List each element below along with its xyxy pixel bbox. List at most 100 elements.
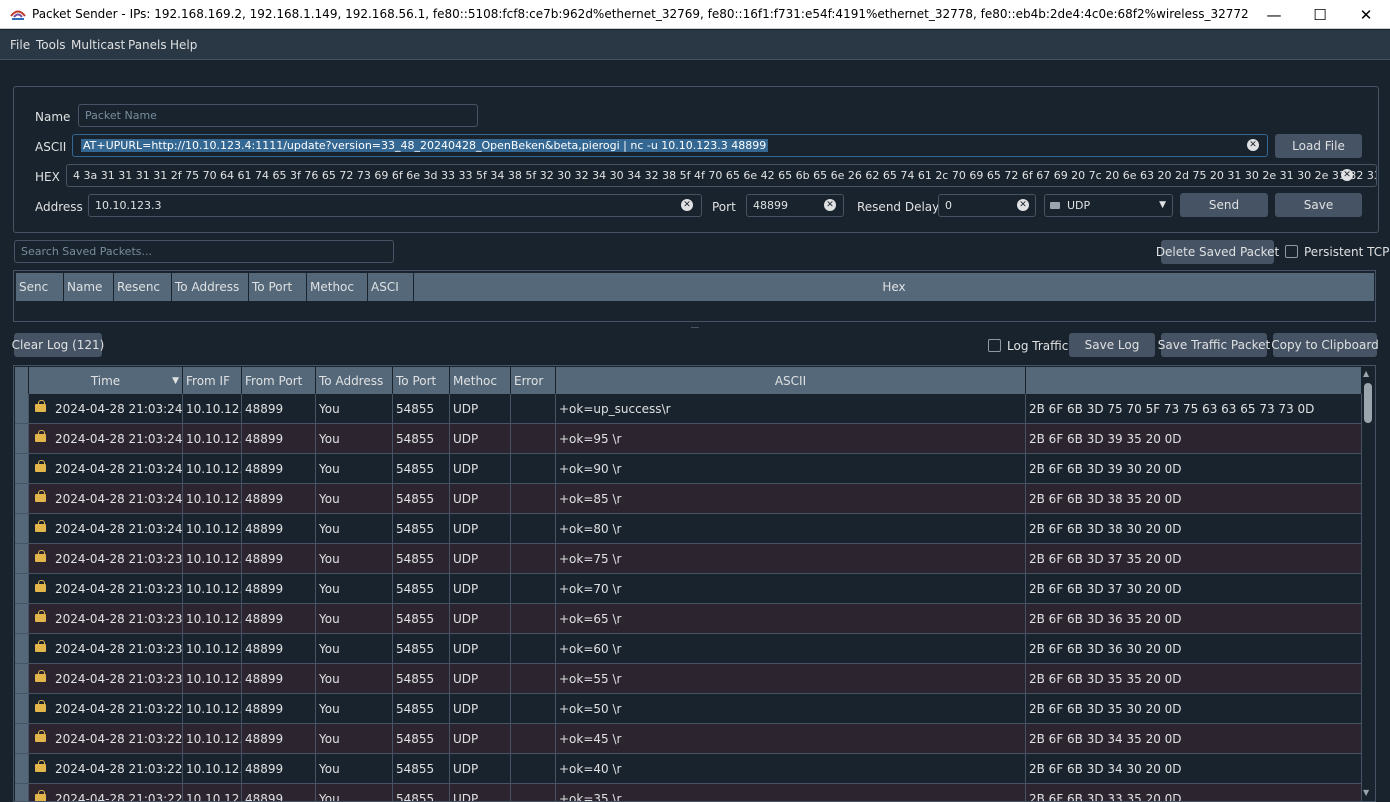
- log-table-row[interactable]: 2024-04-28 21:03:23.40110.10.12...48899Y…: [15, 574, 1362, 604]
- saved-col-method[interactable]: Methoc: [307, 273, 368, 301]
- lock-icon: [35, 670, 46, 682]
- log-col-ascii[interactable]: ASCII: [556, 367, 1026, 395]
- log-cell-to-address: You: [316, 784, 393, 801]
- resend-delay-value: 0: [945, 199, 952, 212]
- save-button[interactable]: Save: [1275, 193, 1362, 217]
- log-cell-from-port: 48899: [242, 424, 316, 454]
- saved-col-to-address[interactable]: To Address: [172, 273, 249, 301]
- log-table-row[interactable]: 2024-04-28 21:03:23.14110.10.12...48899Y…: [15, 634, 1362, 664]
- close-icon: ✕: [1359, 5, 1373, 24]
- row-header[interactable]: [15, 634, 29, 664]
- packet-name-input[interactable]: Packet Name: [78, 104, 478, 127]
- menu-file[interactable]: File: [10, 38, 30, 52]
- row-header[interactable]: [15, 514, 29, 544]
- clear-ascii-icon[interactable]: ✕: [1247, 139, 1259, 151]
- log-col-to-address[interactable]: To Address: [316, 367, 393, 395]
- menu-help[interactable]: Help: [170, 38, 197, 52]
- log-cell-to-address: You: [316, 724, 393, 754]
- saved-col-to-port[interactable]: To Port: [249, 273, 307, 301]
- clear-address-icon[interactable]: ✕: [681, 199, 693, 211]
- log-cell-error: [511, 574, 556, 604]
- log-table-row[interactable]: 2024-04-28 21:03:24.96910.10.12...48899Y…: [15, 394, 1362, 424]
- log-col-error[interactable]: Error: [511, 367, 556, 395]
- scroll-down-icon[interactable]: ▼: [1363, 788, 1369, 797]
- log-table-row[interactable]: 2024-04-28 21:03:23.26710.10.12...48899Y…: [15, 604, 1362, 634]
- row-header[interactable]: [15, 574, 29, 604]
- minimize-button[interactable]: —: [1251, 0, 1297, 29]
- saved-col-hex[interactable]: Hex: [414, 273, 1375, 301]
- row-header[interactable]: [15, 784, 29, 801]
- log-traffic-checkbox[interactable]: [988, 339, 1001, 352]
- row-header[interactable]: [15, 694, 29, 724]
- row-header[interactable]: [15, 724, 29, 754]
- log-cell-time: 2024-04-28 21:03:22.800: [29, 754, 183, 784]
- log-table-row[interactable]: 2024-04-28 21:03:23.54910.10.12...48899Y…: [15, 544, 1362, 574]
- row-header[interactable]: [15, 394, 29, 424]
- splitter-handle[interactable]: [13, 324, 1376, 332]
- log-table-row[interactable]: 2024-04-28 21:03:22.80010.10.12...48899Y…: [15, 754, 1362, 784]
- log-cell-from-port: 48899: [242, 394, 316, 424]
- copy-to-clipboard-button[interactable]: Copy to Clipboard: [1271, 333, 1379, 357]
- close-button[interactable]: ✕: [1343, 0, 1389, 29]
- clear-resend-icon[interactable]: ✕: [1017, 199, 1029, 211]
- send-button[interactable]: Send: [1180, 193, 1268, 217]
- persistent-tcp-checkbox[interactable]: [1285, 245, 1298, 258]
- delete-saved-button[interactable]: Delete Saved Packet: [1156, 240, 1279, 264]
- lock-icon: [35, 730, 46, 742]
- log-col-from-port[interactable]: From Port: [242, 367, 316, 395]
- clear-log-button[interactable]: Clear Log (121): [12, 333, 104, 357]
- clear-hex-icon[interactable]: ✕: [1341, 169, 1353, 181]
- menu-panels[interactable]: Panels: [128, 38, 167, 52]
- row-header[interactable]: [15, 424, 29, 454]
- search-saved-input[interactable]: Search Saved Packets...: [14, 240, 394, 263]
- log-col-hex[interactable]: [1026, 367, 1362, 395]
- saved-col-send[interactable]: Senc: [16, 273, 64, 301]
- protocol-select[interactable]: UDP ▼: [1044, 194, 1173, 217]
- log-table-row[interactable]: 2024-04-28 21:03:24.61810.10.12...48899Y…: [15, 454, 1362, 484]
- log-vertical-scrollbar[interactable]: ▲ ▼: [1362, 369, 1374, 797]
- log-cell-from-port: 48899: [242, 694, 316, 724]
- log-table-row[interactable]: 2024-04-28 21:03:23.01510.10.12...48899Y…: [15, 664, 1362, 694]
- log-col-from-ip[interactable]: From IF: [183, 367, 242, 395]
- log-col-time[interactable]: Time ▼: [29, 367, 183, 395]
- row-header[interactable]: [15, 604, 29, 634]
- row-header[interactable]: [15, 664, 29, 694]
- maximize-button[interactable]: ☐: [1297, 0, 1343, 29]
- log-cell-hex: 2B 6F 6B 3D 75 70 5F 73 75 63 63 65 73 7…: [1026, 394, 1362, 424]
- log-table-row[interactable]: 2024-04-28 21:03:22.80310.10.12...48899Y…: [15, 724, 1362, 754]
- log-table-row[interactable]: 2024-04-28 21:03:22.55910.10.12...48899Y…: [15, 784, 1362, 801]
- scrollbar-thumb[interactable]: [1364, 383, 1372, 423]
- log-col-to-port[interactable]: To Port: [393, 367, 450, 395]
- log-table-row[interactable]: 2024-04-28 21:03:24.80010.10.12...48899Y…: [15, 424, 1362, 454]
- hex-input[interactable]: 4 3a 31 31 31 31 2f 75 70 64 61 74 65 3f…: [66, 164, 1377, 187]
- log-cell-ascii: +ok=75 \r: [556, 544, 1026, 574]
- scroll-up-icon[interactable]: ▲: [1363, 369, 1369, 378]
- row-header[interactable]: [15, 454, 29, 484]
- log-cell-time-text: 2024-04-28 21:03:22.896: [55, 701, 183, 716]
- saved-col-ascii[interactable]: ASCI: [368, 273, 414, 301]
- log-cell-to-port: 54855: [393, 724, 450, 754]
- save-log-button[interactable]: Save Log: [1069, 333, 1155, 357]
- row-header[interactable]: [15, 754, 29, 784]
- row-header[interactable]: [15, 484, 29, 514]
- log-col-method[interactable]: Methoc: [450, 367, 511, 395]
- menu-tools[interactable]: Tools: [36, 38, 66, 52]
- log-cell-from-port: 48899: [242, 514, 316, 544]
- hex-value: 4 3a 31 31 31 31 2f 75 70 64 61 74 65 3f…: [73, 169, 1377, 182]
- log-table-row[interactable]: 2024-04-28 21:03:24.41410.10.12...48899Y…: [15, 484, 1362, 514]
- log-cell-ascii: +ok=60 \r: [556, 634, 1026, 664]
- row-header[interactable]: [15, 544, 29, 574]
- save-traffic-packet-button[interactable]: Save Traffic Packet: [1158, 333, 1270, 357]
- clear-port-icon[interactable]: ✕: [824, 199, 836, 211]
- load-file-button[interactable]: Load File: [1275, 134, 1362, 158]
- log-cell-time-text: 2024-04-28 21:03:22.800: [55, 761, 183, 776]
- log-cell-method: UDP: [450, 754, 511, 784]
- log-table-row[interactable]: 2024-04-28 21:03:22.89610.10.12...48899Y…: [15, 694, 1362, 724]
- ascii-input[interactable]: AT+UPURL=http://10.10.123.4:1111/update?…: [72, 134, 1268, 157]
- menu-multicast[interactable]: Multicast: [71, 38, 125, 52]
- saved-col-resend[interactable]: Resenc: [114, 273, 172, 301]
- address-input[interactable]: 10.10.123.3: [88, 194, 702, 217]
- log-table-row[interactable]: 2024-04-28 21:03:24.22610.10.12...48899Y…: [15, 514, 1362, 544]
- saved-col-name[interactable]: Name: [64, 273, 114, 301]
- log-cell-to-address: You: [316, 544, 393, 574]
